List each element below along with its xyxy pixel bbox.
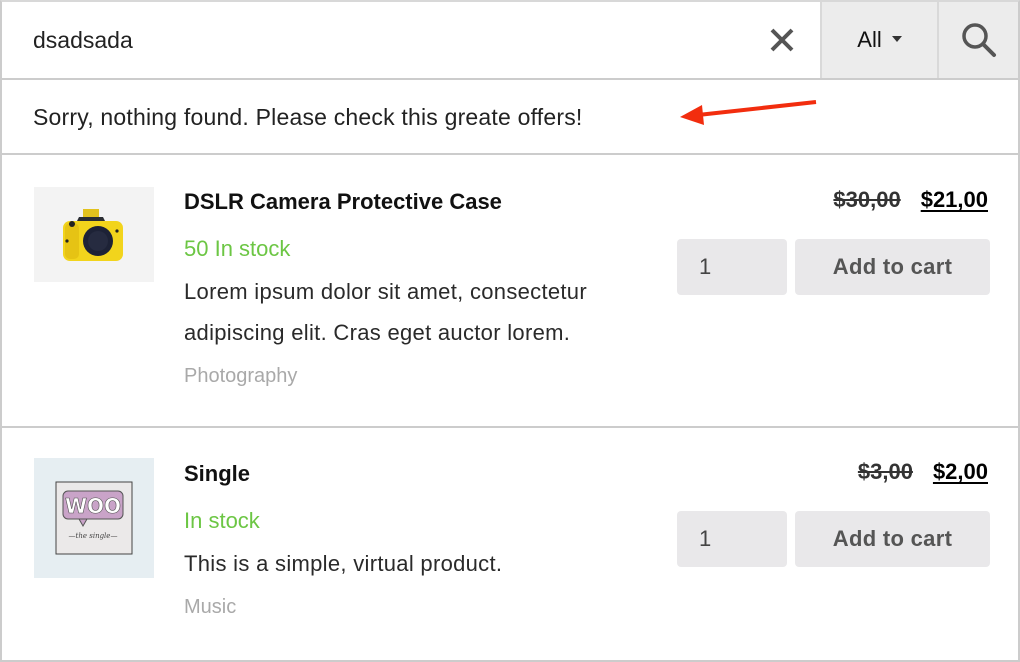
- price-block: $3,00 $2,00: [858, 459, 988, 485]
- product-description: This is a simple, virtual product.: [184, 551, 503, 576]
- red-arrow-left-icon: [680, 100, 817, 125]
- search-results-widget: All Sorry, nothing found. Please check t…: [0, 0, 1020, 662]
- no-results-message: Sorry, nothing found. Please check this …: [33, 104, 583, 130]
- stock-status: 50 In stock: [184, 236, 291, 261]
- svg-text:WOO: WOO: [65, 494, 121, 518]
- sale-price: $2,00: [932, 459, 988, 484]
- yellow-camera-image: [63, 208, 123, 261]
- add-to-cart-button[interactable]: Add to cart: [795, 239, 990, 295]
- product-thumbnail[interactable]: [34, 187, 154, 282]
- svg-text:—the single—: —the single—: [69, 532, 118, 540]
- sale-price: $21,00: [920, 187, 988, 212]
- search-button[interactable]: [937, 2, 1018, 78]
- no-results-message-row: Sorry, nothing found. Please check this …: [2, 82, 1018, 155]
- regular-price: $3,00: [857, 459, 913, 484]
- category-dropdown[interactable]: All: [820, 2, 937, 78]
- caret-down-icon: [891, 35, 902, 42]
- search-bar: All: [2, 2, 1018, 80]
- product-info: DSLR Camera Protective Case 50 In stock …: [184, 187, 664, 389]
- stock-status: In stock: [184, 508, 260, 533]
- product-item: DSLR Camera Protective Case 50 In stock …: [2, 157, 1018, 428]
- clear-search-button[interactable]: [744, 2, 820, 78]
- close-icon: [770, 28, 794, 52]
- product-description: Lorem ipsum dolor sit amet, consectetur …: [184, 279, 587, 345]
- product-info: Single In stock This is a simple, virtua…: [184, 459, 502, 620]
- search-input[interactable]: [2, 2, 744, 78]
- woo-single-album-image: WOO —the single—: [55, 481, 133, 555]
- product-title[interactable]: Single: [184, 459, 502, 489]
- quantity-input[interactable]: [677, 239, 787, 295]
- category-dropdown-value: All: [857, 27, 882, 52]
- add-to-cart-button[interactable]: Add to cart: [795, 511, 990, 567]
- product-category[interactable]: Music: [184, 594, 502, 620]
- product-item: WOO —the single— Single In stock This is…: [2, 429, 1018, 662]
- product-category[interactable]: Photography: [184, 363, 664, 389]
- search-icon: [961, 23, 996, 57]
- regular-price: $30,00: [833, 187, 901, 212]
- quantity-input[interactable]: [677, 511, 787, 567]
- product-title[interactable]: DSLR Camera Protective Case: [184, 187, 664, 217]
- product-thumbnail[interactable]: WOO —the single—: [34, 458, 154, 578]
- price-block: $30,00 $21,00: [833, 187, 988, 213]
